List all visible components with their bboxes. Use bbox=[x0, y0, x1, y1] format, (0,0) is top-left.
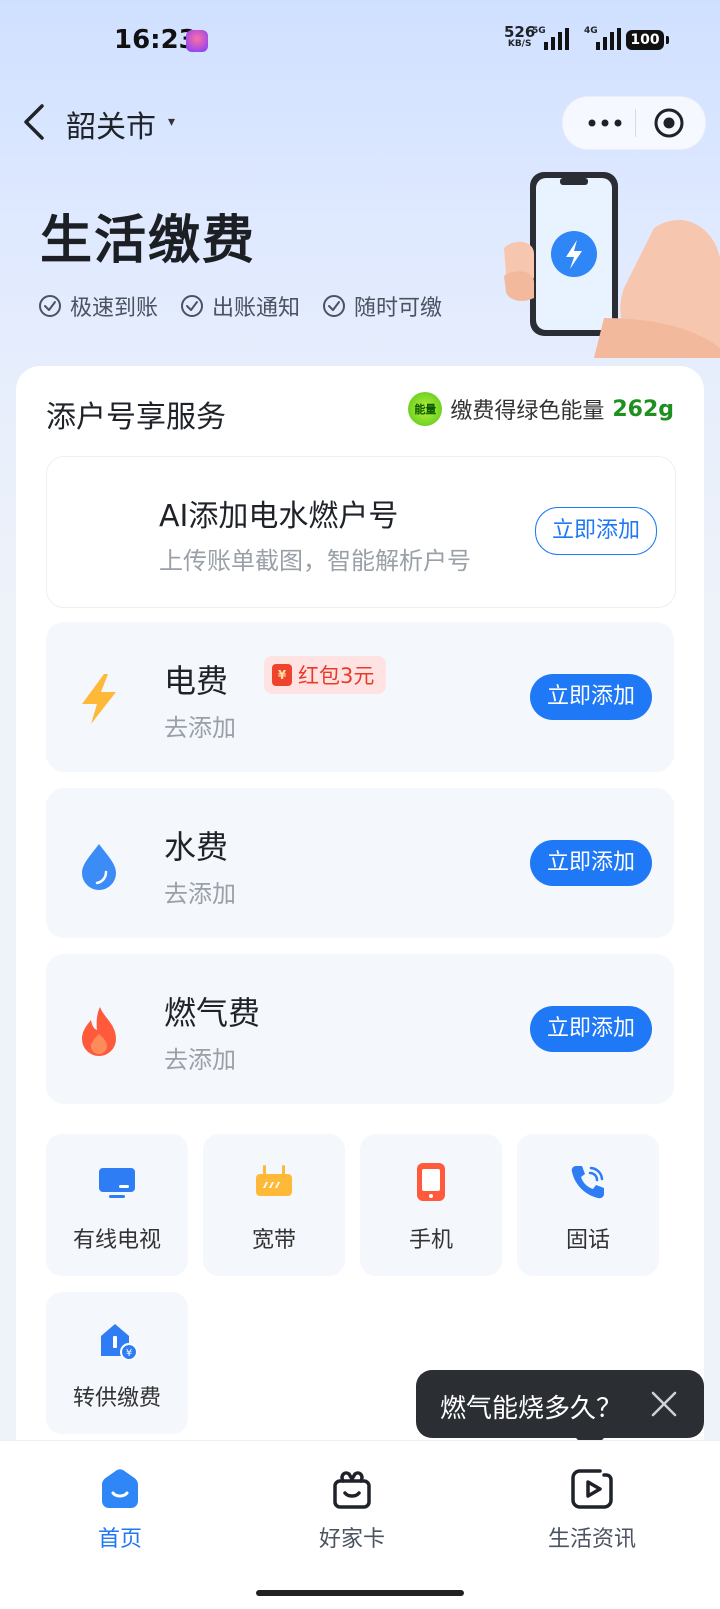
tab-good-home-card[interactable]: 好家卡 bbox=[272, 1467, 432, 1553]
electricity-card[interactable]: 电费 ¥ 红包3元 去添加 立即添加 bbox=[46, 622, 674, 772]
tile-transfer-pay[interactable]: ¥ 转供缴费 bbox=[46, 1292, 188, 1434]
mini-program-capsule bbox=[562, 96, 706, 150]
tile-landline[interactable]: 固话 bbox=[517, 1134, 659, 1276]
tile-broadband[interactable]: 宽带 bbox=[203, 1134, 345, 1276]
energy-value: 262g bbox=[612, 396, 674, 422]
energy-badge-icon: 能量 bbox=[408, 392, 443, 426]
more-dots-icon bbox=[588, 119, 622, 127]
service-card: 添户号享服务 能量 缴费得绿色能量 262g AI添加电水燃户号 上传账单截图，… bbox=[16, 366, 704, 1446]
gas-card[interactable]: 燃气费 去添加 立即添加 bbox=[46, 954, 674, 1104]
check-circle-icon bbox=[181, 295, 204, 317]
flame-icon bbox=[82, 1007, 116, 1056]
ai-add-account-card[interactable]: AI添加电水燃户号 上传账单截图，智能解析户号 立即添加 bbox=[46, 456, 676, 608]
utility-name: 燃气费 bbox=[164, 994, 261, 1032]
ai-add-button[interactable]: 立即添加 bbox=[535, 507, 657, 555]
tile-label: 手机 bbox=[408, 1228, 453, 1253]
caret-down-icon[interactable]: ▾ bbox=[168, 114, 175, 130]
tile-label: 转供缴费 bbox=[72, 1386, 161, 1411]
tab-label: 生活资讯 bbox=[547, 1527, 636, 1552]
feature-item: 极速到账 bbox=[38, 290, 158, 322]
check-circle-icon bbox=[323, 295, 346, 317]
home-icon bbox=[102, 1469, 138, 1508]
tab-home[interactable]: 首页 bbox=[40, 1467, 200, 1553]
water-drop-icon bbox=[82, 844, 116, 890]
transfer-pay-icon: ¥ bbox=[101, 1324, 137, 1360]
redpack-text: 红包3元 bbox=[298, 664, 375, 688]
feature-label: 极速到账 bbox=[70, 296, 159, 321]
page-title: 生活缴费 bbox=[40, 211, 257, 271]
green-energy-info[interactable]: 能量 缴费得绿色能量 262g bbox=[408, 392, 674, 426]
landline-icon bbox=[571, 1166, 604, 1199]
phone-icon bbox=[417, 1163, 445, 1201]
add-gas-button[interactable]: 立即添加 bbox=[530, 1006, 652, 1052]
status-bar: 16:23 526 KB/S 5G 4G 100 bbox=[0, 0, 720, 80]
tab-label: 好家卡 bbox=[318, 1527, 385, 1552]
video-icon bbox=[571, 1469, 613, 1509]
utility-name: 水费 bbox=[164, 828, 229, 866]
close-icon[interactable] bbox=[650, 1390, 678, 1418]
check-circle-icon bbox=[39, 295, 61, 317]
target-close-icon bbox=[654, 108, 684, 138]
feature-item: 出账通知 bbox=[180, 290, 300, 322]
ai-card-subtitle: 上传账单截图，智能解析户号 bbox=[159, 547, 471, 575]
energy-text: 缴费得绿色能量 bbox=[450, 399, 605, 424]
tile-label: 宽带 bbox=[251, 1228, 296, 1253]
svg-text:¥: ¥ bbox=[126, 1348, 132, 1359]
status-time: 16:23 bbox=[114, 25, 197, 55]
tooltip-text: 燃气能烧多久？ bbox=[440, 1394, 623, 1424]
gift-icon bbox=[333, 1471, 371, 1509]
feature-label: 随时可缴 bbox=[354, 296, 443, 321]
redpack-icon: ¥ bbox=[272, 664, 292, 686]
section-title: 添户号享服务 bbox=[46, 400, 226, 435]
add-water-button[interactable]: 立即添加 bbox=[530, 840, 652, 886]
app-notification-icon bbox=[186, 30, 208, 52]
phone-hand-illustration bbox=[504, 172, 720, 358]
network-speed: 526 KB/S bbox=[504, 23, 536, 50]
lightning-icon bbox=[82, 674, 116, 724]
tile-label: 固话 bbox=[565, 1228, 610, 1253]
capsule-divider bbox=[635, 109, 636, 137]
tile-label: 有线电视 bbox=[72, 1228, 161, 1253]
feature-list: 极速到账 出账通知 随时可缴 bbox=[38, 290, 442, 322]
network-speed-unit: KB/S bbox=[507, 39, 532, 49]
tv-icon bbox=[99, 1168, 135, 1198]
broadband-icon bbox=[256, 1165, 292, 1196]
redpack-badge: ¥ 红包3元 bbox=[264, 656, 387, 694]
tab-label: 首页 bbox=[97, 1527, 142, 1552]
close-mini-program-button[interactable] bbox=[653, 107, 685, 139]
city-selector[interactable]: 韶关市 bbox=[66, 102, 156, 146]
tile-mobile[interactable]: 手机 bbox=[360, 1134, 502, 1276]
gas-duration-tooltip[interactable]: 燃气能烧多久？ bbox=[416, 1370, 704, 1452]
add-electricity-button[interactable]: 立即添加 bbox=[530, 674, 652, 720]
water-card[interactable]: 水费 去添加 立即添加 bbox=[46, 788, 674, 938]
battery-icon: 100 bbox=[626, 30, 669, 50]
tile-cable-tv[interactable]: 有线电视 bbox=[46, 1134, 188, 1276]
feature-item: 随时可缴 bbox=[322, 290, 442, 322]
home-indicator bbox=[256, 1590, 464, 1596]
utility-name: 电费 bbox=[164, 662, 229, 700]
bottom-tab-bar: 首页 好家卡 生活资讯 bbox=[0, 1440, 720, 1609]
feature-label: 出账通知 bbox=[212, 296, 301, 321]
network-speed-value: 526 bbox=[504, 23, 536, 41]
ai-card-title: AI添加电水燃户号 bbox=[159, 499, 399, 534]
utility-subtitle: 去添加 bbox=[164, 714, 236, 742]
back-button[interactable] bbox=[18, 100, 54, 144]
more-button[interactable] bbox=[585, 111, 625, 135]
utility-subtitle: 去添加 bbox=[164, 880, 236, 908]
chevron-left-icon bbox=[24, 104, 44, 140]
utility-subtitle: 去添加 bbox=[164, 1046, 236, 1074]
tab-life-news[interactable]: 生活资讯 bbox=[512, 1467, 672, 1553]
